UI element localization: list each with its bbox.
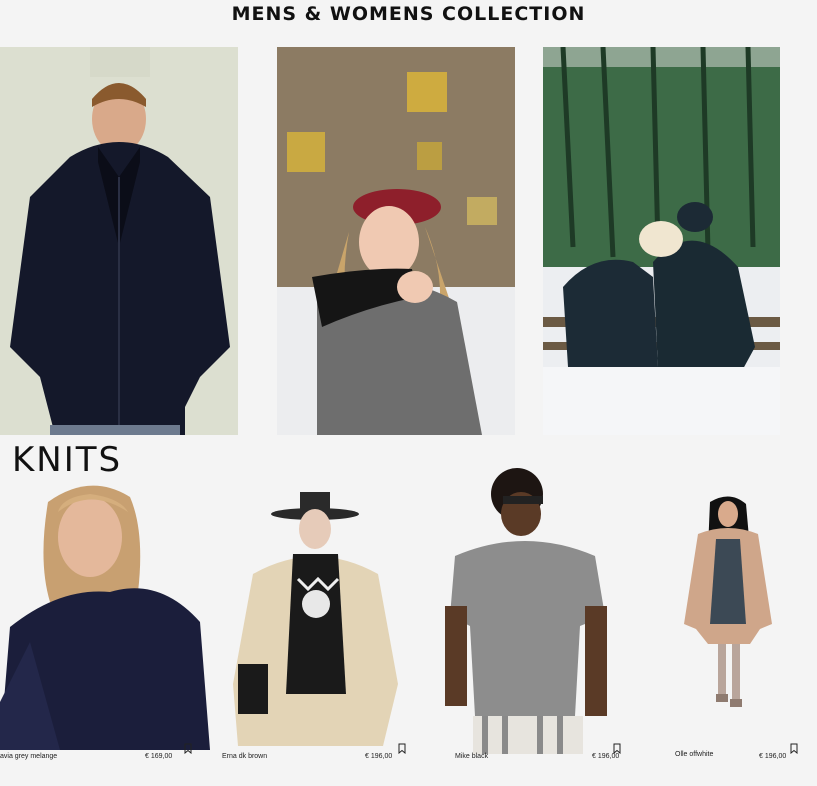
section-title-knits: KNITS xyxy=(12,440,123,480)
product-price: € 196,00 xyxy=(365,753,392,760)
page-title: MENS & WOMENS COLLECTION xyxy=(231,3,586,25)
hero-image-mens-parka[interactable] xyxy=(0,47,238,435)
price-value: 169,00 xyxy=(150,753,173,760)
product-price: € 169,00 xyxy=(145,753,172,760)
hero-image-couple-snow[interactable] xyxy=(543,47,780,435)
price-value: 196,00 xyxy=(597,753,620,760)
bookmark-icon[interactable] xyxy=(789,743,799,754)
hero-image-woman-beret[interactable] xyxy=(277,47,515,435)
product-price: € 196,00 xyxy=(592,753,619,760)
bookmark-icon[interactable] xyxy=(183,743,193,754)
product-name[interactable]: Mike black xyxy=(455,753,488,760)
product-name[interactable]: Olle offwhite xyxy=(675,751,713,758)
product-name[interactable]: Erna dk brown xyxy=(222,753,267,760)
price-value: 196,00 xyxy=(764,753,787,760)
currency-symbol: € xyxy=(365,753,369,760)
product-image-olle[interactable] xyxy=(680,494,775,712)
currency-symbol: € xyxy=(759,753,763,760)
product-name[interactable]: avia grey melange xyxy=(0,753,57,760)
product-image-avia[interactable] xyxy=(0,482,210,750)
product-price: € 196,00 xyxy=(759,753,786,760)
currency-symbol: € xyxy=(145,753,149,760)
currency-symbol: € xyxy=(592,753,596,760)
product-image-erna[interactable] xyxy=(228,484,403,746)
product-image-mike[interactable] xyxy=(445,466,610,754)
bookmark-icon[interactable] xyxy=(397,743,407,754)
price-value: 196,00 xyxy=(370,753,393,760)
